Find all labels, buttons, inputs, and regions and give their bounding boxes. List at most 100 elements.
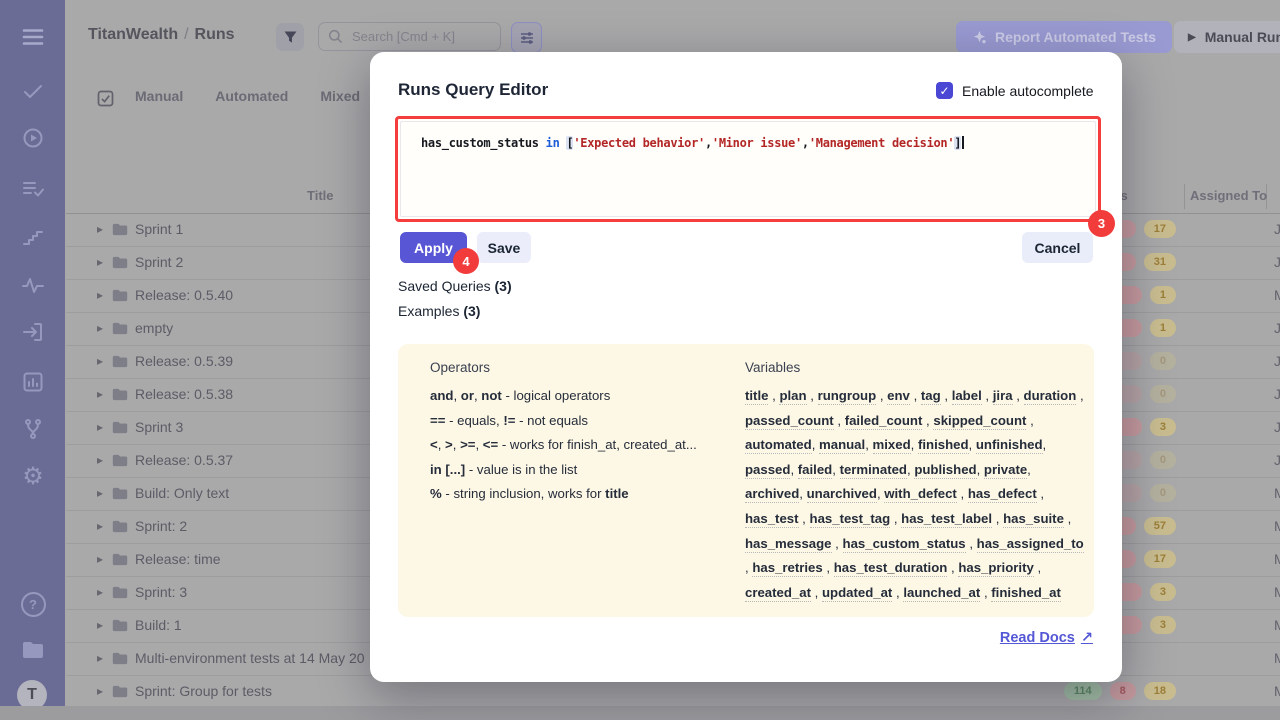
help-line: has_message , has_custom_status , has_as… [745, 532, 1080, 557]
expand-caret-icon[interactable]: ▸ [97, 246, 103, 279]
help-line: has_test , has_test_tag , has_test_label… [745, 507, 1080, 532]
row-title: Sprint 1 [135, 213, 183, 246]
help-line: % - string inclusion, works for title [430, 482, 697, 507]
status-badge: 57 [1144, 517, 1176, 535]
folder-icon [112, 421, 128, 439]
status-badge: 0 [1150, 352, 1176, 370]
status-badge: 114 [1064, 682, 1102, 700]
annotation-step-3: 3 [1088, 210, 1115, 237]
expand-caret-icon[interactable]: ▸ [97, 345, 103, 378]
assigned-to-initial: M [1274, 576, 1280, 609]
expand-caret-icon[interactable]: ▸ [97, 378, 103, 411]
sliders-icon [519, 30, 535, 46]
assigned-to-initial: M [1274, 510, 1280, 543]
status-badges: 114818 [1064, 682, 1176, 700]
help-line: automated, manual, mixed, finished, unfi… [745, 433, 1080, 458]
help-line: created_at , updated_at , launched_at , … [745, 581, 1080, 606]
status-badge: 1 [1150, 319, 1176, 337]
row-title: empty [135, 312, 173, 345]
expand-caret-icon[interactable]: ▸ [97, 312, 103, 345]
query-editor[interactable]: has_custom_status in ['Expected behavior… [395, 116, 1101, 222]
row-title: Release: 0.5.37 [135, 444, 233, 477]
defects-pulse-icon[interactable] [20, 272, 46, 298]
expand-caret-icon[interactable]: ▸ [97, 477, 103, 510]
expand-caret-icon[interactable]: ▸ [97, 279, 103, 312]
expand-caret-icon[interactable]: ▸ [97, 576, 103, 609]
query-text[interactable]: has_custom_status in ['Expected behavior… [421, 136, 1075, 150]
automation-star-icon [972, 30, 987, 45]
status-badge: 1 [1150, 286, 1176, 304]
projects-folder-icon[interactable] [20, 637, 46, 663]
query-help-panel: Operators and, or, not - logical operato… [398, 344, 1094, 617]
status-badge: 17 [1144, 220, 1176, 238]
save-button[interactable]: Save [477, 232, 531, 263]
expand-caret-icon[interactable]: ▸ [97, 609, 103, 642]
expand-caret-icon[interactable]: ▸ [97, 213, 103, 246]
runs-query-editor-modal: Runs Query Editor ✓ Enable autocomplete … [370, 52, 1122, 682]
tests-check-icon[interactable] [20, 78, 46, 104]
help-line: == - equals, != - not equals [430, 409, 697, 434]
expand-caret-icon[interactable]: ▸ [97, 543, 103, 576]
table-footer-strip [0, 706, 1280, 720]
row-title: Build: 1 [135, 609, 182, 642]
column-title[interactable]: Title [307, 188, 334, 203]
assigned-to-initial: J [1274, 246, 1280, 279]
assigned-to-initial: J [1274, 378, 1280, 411]
row-title: Build: Only text [135, 477, 229, 510]
requirements-sign-in-icon[interactable] [20, 319, 46, 345]
filter-button[interactable] [276, 23, 304, 51]
report-automated-tests-button[interactable]: Report Automated Tests [956, 21, 1172, 53]
test-plans-list-check-icon[interactable] [20, 176, 46, 202]
search-input[interactable] [350, 28, 484, 45]
status-badge: 0 [1150, 451, 1176, 469]
operators-list: and, or, not - logical operators== - equ… [430, 384, 697, 507]
settings-gear-icon[interactable]: ⚙ [20, 464, 46, 490]
saved-queries-link[interactable]: Saved Queries (3) [398, 278, 512, 294]
expand-caret-icon[interactable]: ▸ [97, 444, 103, 477]
variables-section: Variables title , plan , rungroup , env … [745, 360, 1080, 605]
manual-run-button[interactable]: ▶ Manual Run [1174, 21, 1280, 53]
checkbox-checked-icon[interactable]: ✓ [936, 82, 953, 99]
breadcrumb-project[interactable]: TitanWealth [88, 26, 178, 43]
help-icon[interactable]: ? [20, 591, 46, 617]
assigned-to-initial: M [1274, 279, 1280, 312]
expand-caret-icon[interactable]: ▸ [97, 411, 103, 444]
status-badge: 18 [1144, 682, 1176, 700]
row-title: Release: 0.5.38 [135, 378, 233, 411]
status-badge: 3 [1150, 616, 1176, 634]
folder-icon [112, 289, 128, 307]
assigned-to-initial: J [1274, 312, 1280, 345]
select-all-icon[interactable] [96, 89, 115, 113]
row-title: Release: 0.5.39 [135, 345, 233, 378]
examples-link[interactable]: Examples (3) [398, 303, 480, 319]
help-line: archived, unarchived, with_defect , has_… [745, 482, 1080, 507]
help-line: , has_retries , has_test_duration , has_… [745, 556, 1080, 581]
query-editor-inner[interactable]: has_custom_status in ['Expected behavior… [400, 121, 1096, 217]
folder-icon [112, 520, 128, 538]
sidebar: ⚙ ? T [0, 0, 65, 720]
expand-caret-icon[interactable]: ▸ [97, 510, 103, 543]
menu-icon[interactable] [20, 24, 46, 50]
status-badge: 17 [1144, 550, 1176, 568]
read-docs-link[interactable]: Read Docs↗ [1000, 630, 1093, 646]
column-assigned-to[interactable]: Assigned To [1190, 188, 1267, 203]
view-settings-button[interactable] [511, 22, 542, 53]
tab-manual[interactable]: Manual [135, 88, 183, 104]
tab-mixed[interactable]: Mixed [320, 88, 360, 104]
external-link-icon: ↗ [1081, 630, 1093, 646]
configurations-branch-icon[interactable] [20, 416, 46, 442]
cancel-button[interactable]: Cancel [1022, 232, 1093, 263]
reports-bar-chart-icon[interactable] [20, 369, 46, 395]
help-line: passed_count , failed_count , skipped_co… [745, 409, 1080, 434]
milestones-steps-icon[interactable] [20, 224, 46, 250]
row-title: Release: time [135, 543, 221, 576]
help-line: passed, failed, terminated, published, p… [745, 458, 1080, 483]
enable-autocomplete-toggle[interactable]: ✓ Enable autocomplete [936, 82, 1094, 99]
folder-icon [112, 553, 128, 571]
expand-caret-icon[interactable]: ▸ [97, 675, 103, 708]
tab-automated[interactable]: Automated [215, 88, 288, 104]
search-box[interactable] [318, 22, 501, 51]
expand-caret-icon[interactable]: ▸ [97, 642, 103, 675]
runs-play-circle-icon[interactable] [20, 125, 46, 151]
status-badge: 0 [1150, 484, 1176, 502]
